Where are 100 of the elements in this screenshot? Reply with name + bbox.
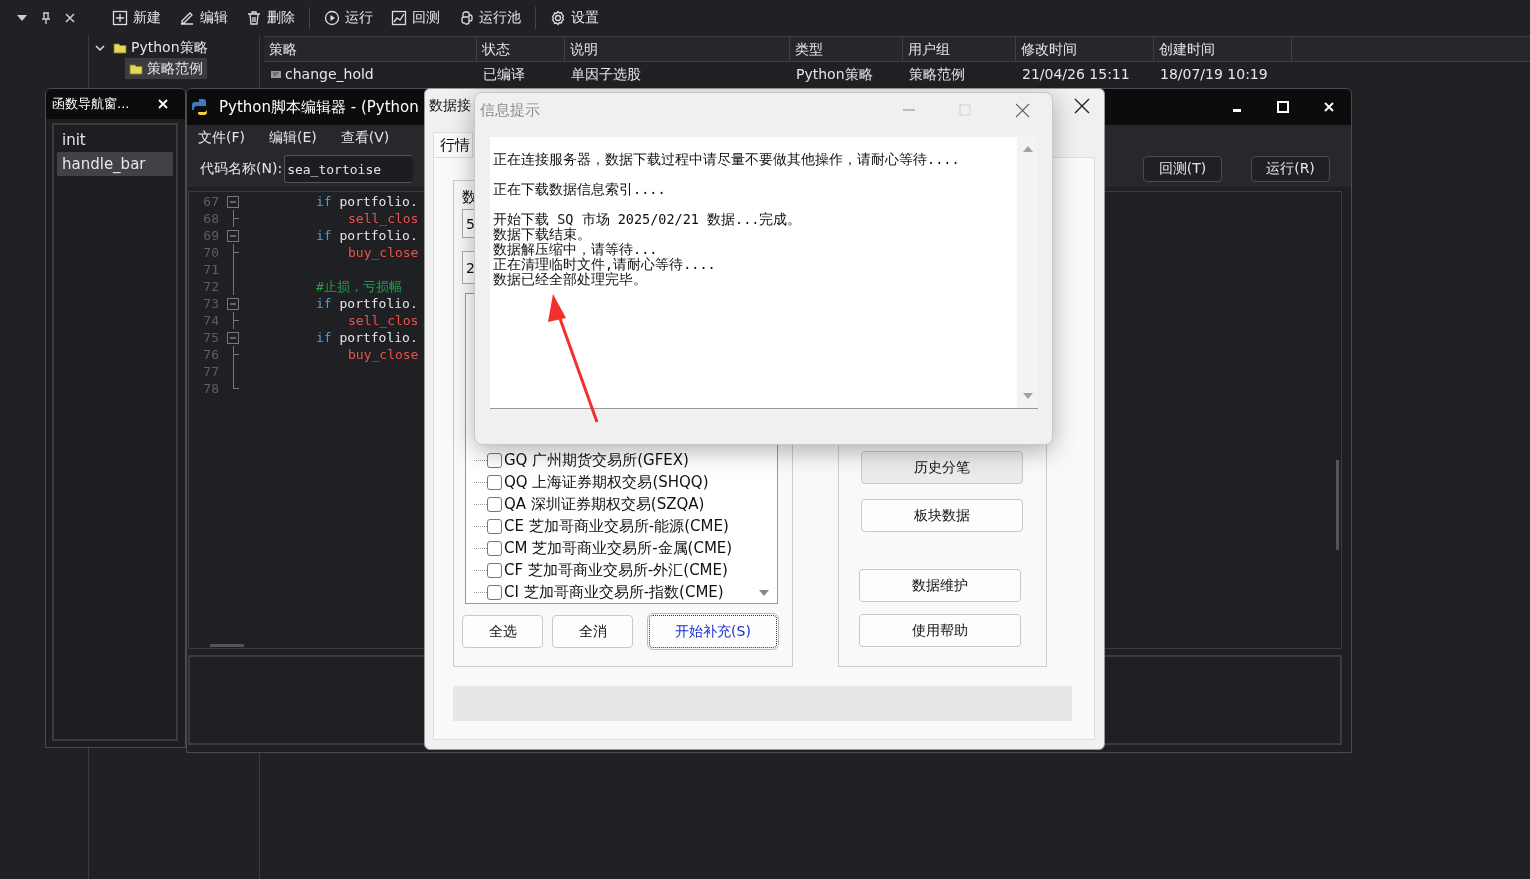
trash-icon: [246, 10, 262, 26]
pencil-icon: [179, 10, 195, 26]
line-number: 67: [202, 194, 220, 209]
line-number: 71: [202, 262, 220, 277]
button[interactable]: 全消: [552, 615, 633, 648]
code-line: buy_close: [348, 347, 419, 362]
menu-item[interactable]: 查看(V): [340, 129, 390, 147]
checkbox-label: CM 芝加哥商业交易所-金属(CME): [504, 538, 733, 558]
tab[interactable]: 行情: [433, 132, 473, 157]
button[interactable]: 使用帮助: [859, 614, 1021, 647]
column-header[interactable]: 说明: [565, 37, 790, 61]
toolbar-button[interactable]: 删除: [238, 4, 303, 32]
app-icon: [191, 98, 209, 116]
code-line: buy_close: [348, 245, 419, 260]
checkbox-label: CE 芝加哥商业交易所-能源(CME): [504, 516, 729, 536]
button[interactable]: 板块数据: [861, 499, 1023, 532]
scroll-down-icon: [1021, 392, 1034, 400]
line-number: 69: [202, 228, 220, 243]
code-line: if portfolio.: [316, 194, 418, 209]
toolbar-button[interactable]: 编辑: [171, 4, 236, 32]
checkbox[interactable]: [487, 452, 502, 468]
code-line: sell_clos: [348, 313, 419, 328]
window-title: Python脚本编辑器 - (Python: [219, 97, 419, 117]
scroll-down-icon[interactable]: [758, 589, 770, 597]
checkbox[interactable]: [487, 584, 502, 600]
pin-icon: [40, 12, 52, 24]
field-label: 代码名称(N):: [200, 160, 283, 178]
table-cell-text: 单因子选股: [571, 65, 641, 84]
plus-icon: [112, 10, 128, 26]
button[interactable]: 开始补充(S): [649, 615, 777, 648]
checkbox[interactable]: [487, 562, 502, 578]
line-number: 68: [202, 211, 220, 226]
folder-icon: [129, 61, 143, 76]
column-header[interactable]: 状态: [477, 37, 565, 61]
message-line: 正在清理临时文件,请耐心等待....: [493, 257, 717, 272]
message-line: 数据解压缩中，请等待...: [493, 242, 659, 257]
code-line: sell_clos: [348, 211, 419, 226]
menu-item[interactable]: 文件(F): [198, 129, 245, 147]
input-field[interactable]: 5: [462, 209, 474, 238]
caret-down-icon[interactable]: [95, 42, 105, 53]
close-icon: [64, 12, 76, 24]
table-cell-text: Python策略: [796, 65, 873, 84]
message-line: 正在连接服务器，数据下载过程中请尽量不要做其他操作，请耐心等待....: [493, 152, 961, 167]
checkbox[interactable]: [487, 496, 502, 512]
table-cell-text: 18/07/19 10:19: [1160, 65, 1268, 84]
scroll-up-icon: [1021, 145, 1034, 153]
window-title: 数据接: [429, 97, 471, 115]
checkbox-label: QA 深圳证券期权交易(SZQA): [504, 494, 705, 514]
button[interactable]: 数据维护: [859, 569, 1021, 602]
input-field[interactable]: sea_tortoise: [284, 155, 414, 183]
line-number: 70: [202, 245, 220, 260]
toolbar-button[interactable]: 运行池: [450, 4, 529, 32]
line-number: 77: [202, 364, 220, 379]
toolbar-button[interactable]: 运行: [316, 4, 381, 32]
toolbar-button[interactable]: 设置: [542, 4, 607, 32]
column-header[interactable]: 类型: [790, 37, 903, 61]
column-header[interactable]: 策略: [264, 37, 477, 61]
checkbox[interactable]: [487, 540, 502, 556]
window-title: 函数导航窗...: [52, 95, 130, 113]
settings-icon: [550, 10, 566, 26]
toolbar-button[interactable]: 运行(R): [1251, 156, 1330, 182]
toolbar-button[interactable]: 回测: [383, 4, 448, 32]
checkbox[interactable]: [487, 474, 502, 490]
close-icon[interactable]: [1074, 98, 1090, 114]
toolbar-button[interactable]: 新建: [104, 4, 169, 32]
tree-item[interactable]: 策略范例: [125, 58, 207, 79]
line-number: 78: [202, 381, 220, 396]
snake-icon: [458, 10, 474, 26]
line-number: 73: [202, 296, 220, 311]
tree-item[interactable]: Python策略: [109, 37, 212, 58]
window-title: 信息提示: [480, 100, 540, 120]
folder-icon: [113, 40, 127, 55]
column-header[interactable]: 用户组: [903, 37, 1016, 61]
menu-item[interactable]: 编辑(E): [269, 129, 317, 147]
button[interactable]: 历史分笔: [861, 451, 1023, 484]
scrollbar-thumb[interactable]: [1336, 460, 1339, 550]
code-line: if portfolio.: [316, 330, 418, 345]
line-number: 75: [202, 330, 220, 345]
column-header[interactable]: 创建时间: [1154, 37, 1292, 61]
fold-icon[interactable]: [227, 229, 239, 242]
message-line: 数据已经全部处理完毕。: [493, 272, 648, 287]
message-line: 正在下载数据信息索引....: [493, 182, 667, 197]
code-line: if portfolio.: [316, 228, 418, 243]
chart-icon: [391, 10, 407, 26]
checkbox-label: GQ 广州期货交易所(GFEX): [504, 450, 689, 470]
checkbox[interactable]: [487, 518, 502, 534]
dropdown-icon: [16, 13, 28, 23]
code-line: #止损，亏损幅: [316, 278, 402, 294]
fold-icon[interactable]: [227, 297, 239, 310]
fold-icon[interactable]: [227, 195, 239, 208]
fold-icon[interactable]: [227, 331, 239, 344]
code-line: if portfolio.: [316, 296, 418, 311]
column-header[interactable]: 修改时间: [1016, 37, 1154, 61]
input-field[interactable]: 2: [462, 251, 474, 284]
list-item[interactable]: handle_bar: [57, 152, 173, 176]
list-item[interactable]: init: [57, 128, 173, 152]
button[interactable]: 全选: [462, 615, 543, 648]
script-icon: [270, 68, 282, 80]
toolbar-button[interactable]: 回测(T): [1143, 156, 1222, 182]
checkbox-label: CI 芝加哥商业交易所-指数(CME): [504, 582, 724, 602]
